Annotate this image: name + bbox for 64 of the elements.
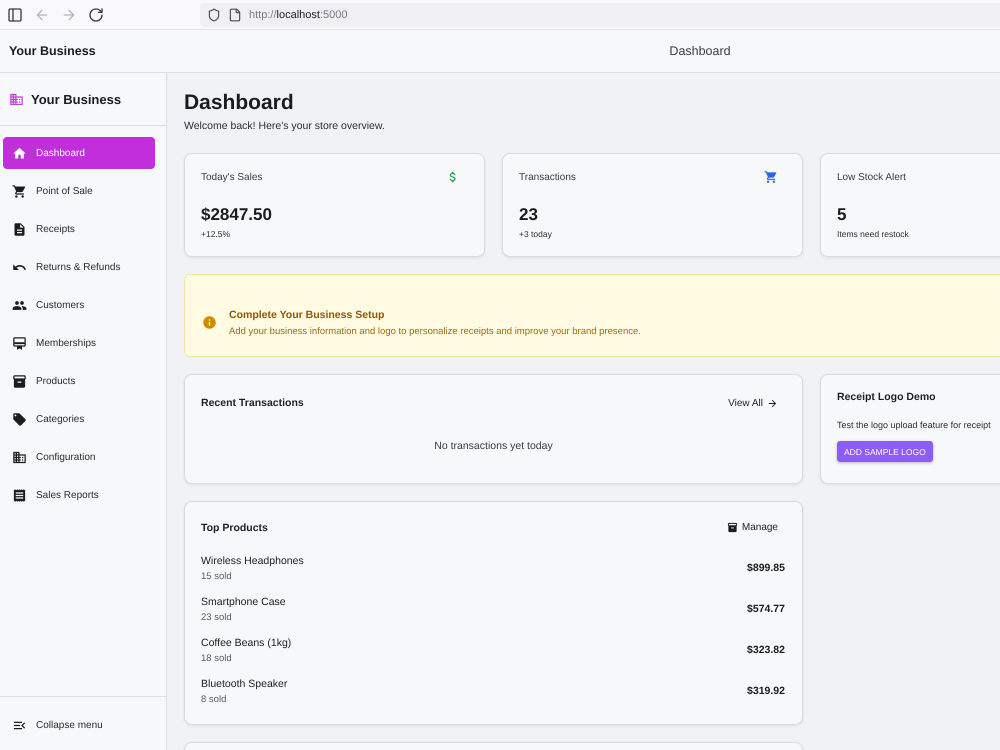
- sidebar-item[interactable]: Customers: [3, 289, 155, 321]
- stat-note: +12.5%: [201, 228, 230, 240]
- sidebar-item[interactable]: Products: [3, 365, 155, 397]
- sidebar-item[interactable]: Memberships: [3, 327, 155, 359]
- units-sold: 18 sold: [201, 652, 232, 664]
- units-sold: 23 sold: [201, 610, 232, 624]
- units-sold: 15 sold: [201, 570, 232, 582]
- stat-note: Items need restock: [837, 228, 909, 240]
- product-name: Coffee Beans (1kg): [201, 636, 292, 650]
- sidebar-item[interactable]: Categories: [3, 403, 155, 435]
- tag-icon: [12, 412, 27, 426]
- sidebar-item[interactable]: Configuration: [3, 441, 155, 473]
- product-revenue: $574.77: [747, 603, 785, 615]
- shield-icon: [207, 8, 221, 22]
- page-header-title: Dashboard: [669, 44, 731, 58]
- building-icon: [12, 450, 27, 464]
- card-title: Recent Transactions: [201, 397, 304, 409]
- stat-label: Today's Sales: [201, 172, 262, 182]
- page-icon: [228, 8, 242, 22]
- add-sample-logo-button[interactable]: ADD SAMPLE LOGO: [837, 441, 933, 462]
- membership-card-icon: [12, 336, 27, 350]
- receipt-icon: [12, 488, 27, 502]
- sidebar-item[interactable]: Dashboard: [3, 137, 155, 169]
- stat-value: $2847.50: [201, 204, 272, 226]
- stat-value: 5: [837, 204, 846, 226]
- collapse-menu-button[interactable]: Collapse menu: [3, 710, 111, 742]
- card-title: Top Products: [201, 522, 268, 534]
- stat-label: Transactions: [519, 172, 576, 182]
- address-bar[interactable]: http://localhost:5000: [200, 2, 1000, 26]
- product-revenue: $319.92: [747, 685, 785, 697]
- arrow-right-icon: [767, 398, 778, 408]
- banner-title: Complete Your Business Setup: [229, 308, 384, 320]
- archive-box-icon: [726, 522, 738, 533]
- card-title: Receipt Logo Demo: [837, 391, 936, 403]
- home-icon: [12, 146, 27, 160]
- sidebar-item[interactable]: Point of Sale: [3, 175, 155, 207]
- stat-value: 23: [519, 204, 538, 226]
- url-text: http://localhost:5000: [249, 8, 348, 20]
- product-name: Bluetooth Speaker: [201, 676, 288, 690]
- document-icon: [12, 222, 27, 236]
- page-title: Dashboard: [184, 90, 294, 116]
- view-all-link[interactable]: View All: [728, 398, 778, 408]
- info-icon: [202, 315, 217, 330]
- units-sold: 8 sold: [201, 692, 226, 706]
- card-description: Test the logo upload feature for receipt: [837, 420, 991, 430]
- sidebar-item[interactable]: Receipts: [3, 213, 155, 245]
- banner-text: Add your business information and logo to personalize receipts and improve your brand presence.: [229, 326, 641, 336]
- sidebar-item[interactable]: Sales Reports: [3, 479, 155, 511]
- product-revenue: $899.85: [747, 562, 785, 574]
- app-brand: Your Business: [9, 44, 96, 58]
- product-name: Wireless Headphones: [201, 554, 304, 568]
- empty-message: No transactions yet today: [434, 440, 553, 452]
- building-icon: [9, 92, 24, 106]
- product-name: Smartphone Case: [201, 594, 286, 608]
- product-revenue: $323.82: [747, 644, 785, 656]
- sidebar-item[interactable]: Returns & Refunds: [3, 251, 155, 283]
- sidebar-brand: Your Business: [31, 92, 122, 106]
- cart-icon: [12, 184, 27, 198]
- page-subtitle: Welcome back! Here's your store overview.: [184, 119, 385, 133]
- manage-link[interactable]: Manage: [726, 522, 778, 533]
- cart-icon: [764, 170, 778, 184]
- stat-label: Low Stock Alert: [837, 172, 906, 182]
- archive-box-icon: [12, 374, 27, 388]
- stat-note: +3 today: [519, 228, 552, 240]
